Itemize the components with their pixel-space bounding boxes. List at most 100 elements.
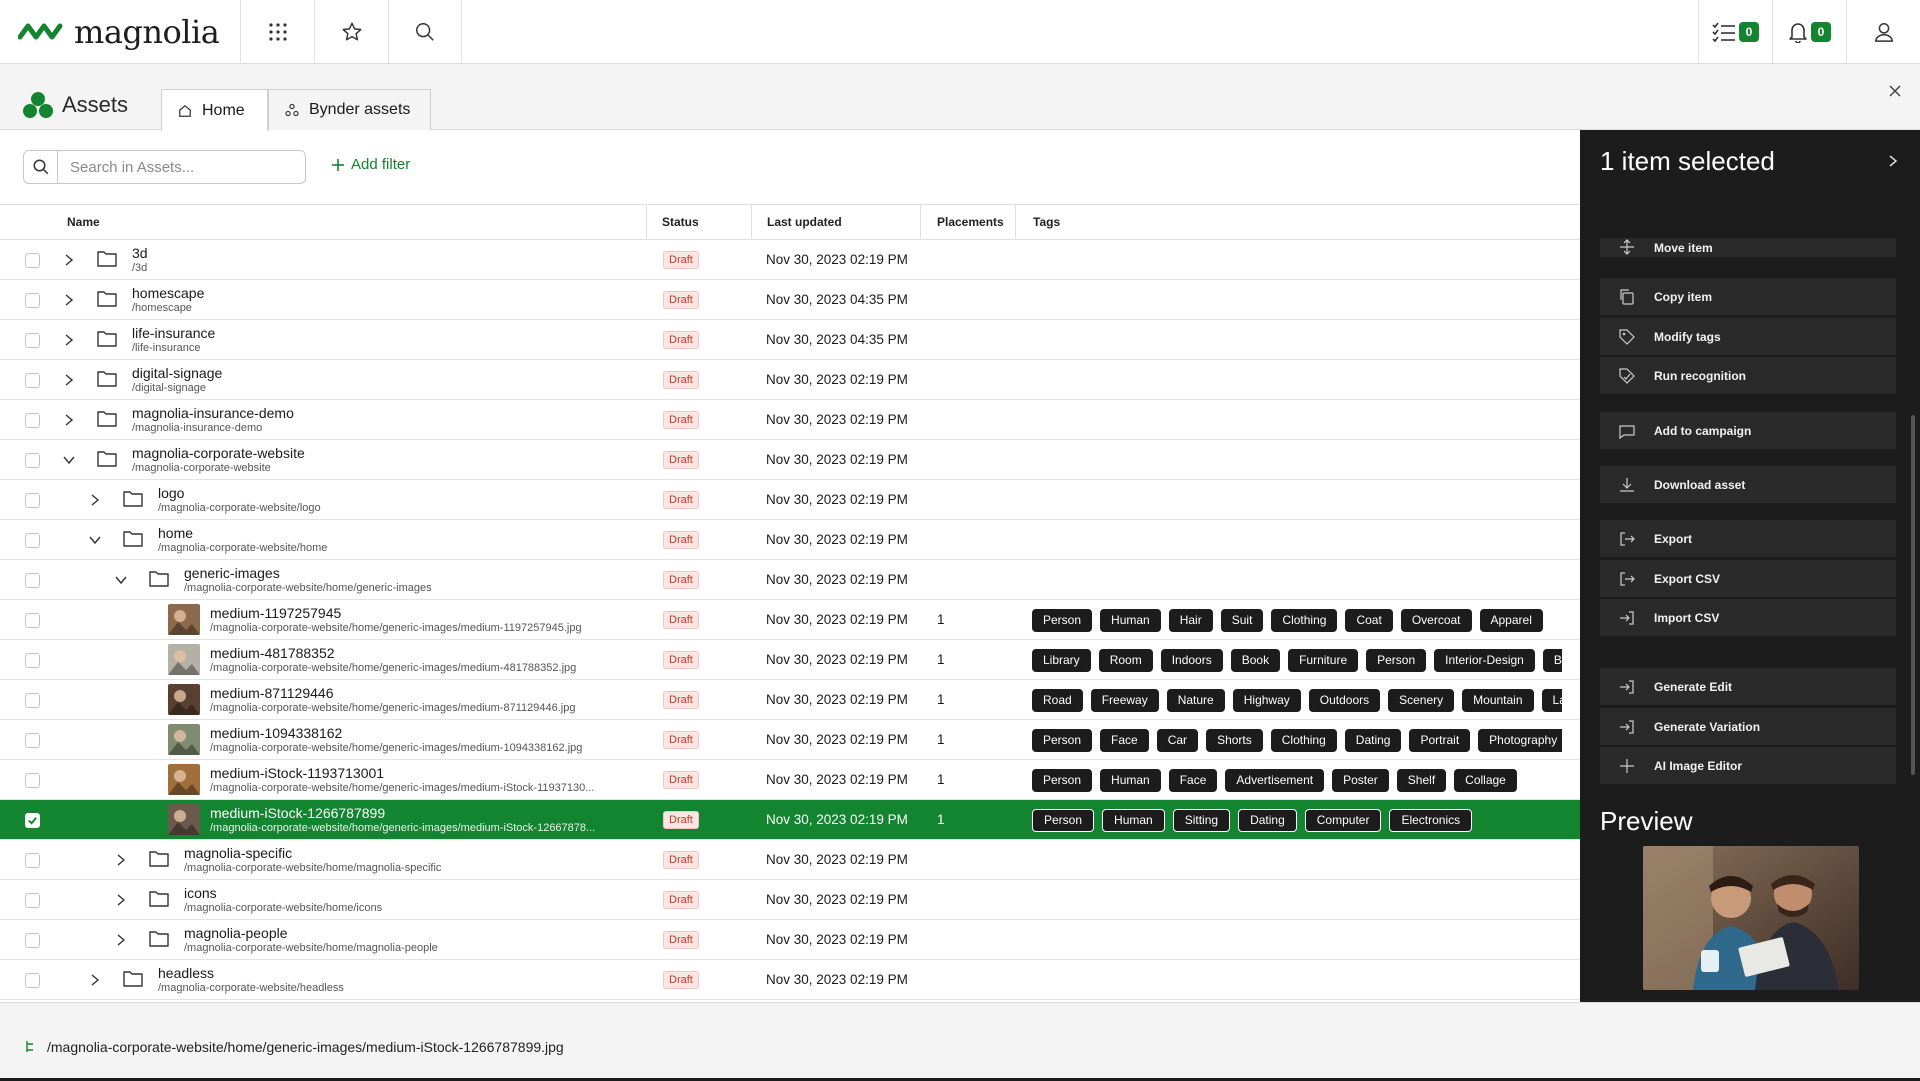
collapse-row-button[interactable] (88, 533, 102, 547)
panel-scrollbar[interactable] (1911, 415, 1915, 775)
table-row[interactable]: medium-iStock-1193713001/magnolia-corpor… (0, 760, 1580, 800)
panel-action-generate-edit[interactable]: Generate Edit (1600, 668, 1896, 706)
row-checkbox[interactable] (25, 613, 40, 628)
table-row[interactable]: magnolia-people/magnolia-corporate-websi… (0, 920, 1580, 960)
tag-chip[interactable]: Hair (1168, 609, 1213, 632)
tag-chip[interactable]: Dating (1238, 809, 1297, 832)
tag-chip[interactable]: Computer (1304, 809, 1382, 832)
row-checkbox[interactable] (25, 773, 40, 788)
tag-chip[interactable]: Furniture (1288, 649, 1359, 672)
tag-chip[interactable]: Person (1032, 729, 1093, 752)
tasks-button[interactable]: 0 (1698, 0, 1772, 64)
collapse-panel-button[interactable] (1888, 154, 1898, 168)
row-checkbox[interactable] (25, 653, 40, 668)
tag-chip[interactable]: Apparel (1479, 609, 1543, 632)
asset-name[interactable]: icons (184, 885, 217, 901)
tag-chip[interactable]: Advertisement (1225, 769, 1325, 792)
tag-chip[interactable]: Indoors (1160, 649, 1223, 672)
asset-name[interactable]: magnolia-insurance-demo (132, 405, 294, 421)
row-checkbox[interactable] (25, 733, 40, 748)
row-checkbox[interactable] (25, 413, 40, 428)
panel-action-copy-item[interactable]: Copy item (1600, 278, 1896, 316)
tag-chip[interactable]: Highway (1232, 689, 1301, 712)
row-checkbox[interactable] (25, 573, 40, 588)
tag-chip[interactable]: Mountain (1462, 689, 1534, 712)
panel-action-ai-image-editor[interactable]: AI Image Editor (1600, 747, 1896, 785)
column-header-name[interactable]: Name (67, 205, 100, 240)
expand-row-button[interactable] (88, 493, 102, 507)
asset-name[interactable]: digital-signage (132, 365, 222, 381)
notifications-button[interactable]: 0 (1772, 0, 1846, 64)
table-row[interactable]: home/magnolia-corporate-website/home Draf… (0, 520, 1580, 560)
asset-name[interactable]: homescape (132, 285, 204, 301)
table-row[interactable]: digital-signage/digital-signage Draft Nov … (0, 360, 1580, 400)
expand-row-button[interactable] (62, 413, 76, 427)
expand-row-button[interactable] (62, 293, 76, 307)
column-header-status[interactable]: Status (646, 205, 751, 240)
magnolia-logo[interactable]: magnolia (0, 0, 240, 63)
panel-action-run-recognition[interactable]: Run recognition (1600, 357, 1896, 395)
tag-chip[interactable]: Car (1156, 729, 1199, 752)
tag-chip[interactable]: Overcoat (1400, 609, 1472, 632)
tag-chip[interactable]: Person (1032, 809, 1095, 832)
table-row[interactable]: medium-871129446/magnolia-corporate-webs… (0, 680, 1580, 720)
panel-action-generate-variation[interactable]: Generate Variation (1600, 708, 1896, 746)
tag-chip[interactable]: Shorts (1206, 729, 1263, 752)
table-row[interactable]: generic-images/magnolia-corporate-websit… (0, 560, 1580, 600)
table-row[interactable]: magnolia-insurance-demo/magnolia-insuran… (0, 400, 1580, 440)
row-checkbox[interactable] (25, 973, 40, 988)
tag-chip[interactable]: Dating (1344, 729, 1402, 752)
favorites-button[interactable] (314, 0, 388, 64)
asset-name[interactable]: medium-1094338162 (210, 725, 342, 741)
table-row[interactable]: 3d/3d Draft Nov 30, 2023 02:19 PM (0, 240, 1580, 280)
tag-chip[interactable]: Electronics (1389, 809, 1473, 832)
row-checkbox[interactable] (25, 533, 40, 548)
tag-chip[interactable]: Person (1032, 609, 1093, 632)
panel-action-import-csv[interactable]: Import CSV (1600, 599, 1896, 637)
tag-chip[interactable]: Book (1230, 649, 1281, 672)
row-checkbox[interactable] (25, 893, 40, 908)
tag-chip[interactable]: Poster (1332, 769, 1389, 792)
asset-name[interactable]: home (158, 525, 193, 541)
tag-chip[interactable]: Landscape (1541, 689, 1562, 712)
app-launcher-button[interactable] (240, 0, 314, 64)
row-checkbox[interactable] (25, 493, 40, 508)
asset-name[interactable]: logo (158, 485, 184, 501)
tag-chip[interactable]: Human (1100, 609, 1161, 632)
table-row[interactable]: magnolia-specific/magnolia-corporate-web… (0, 840, 1580, 880)
tag-chip[interactable]: Face (1168, 769, 1218, 792)
column-header-placements[interactable]: Placements (920, 205, 1015, 240)
table-row[interactable]: headless/magnolia-corporate-website/head… (0, 960, 1580, 1000)
tag-chip[interactable]: Clothing (1271, 609, 1338, 632)
tag-chip[interactable]: Collage (1454, 769, 1517, 792)
column-header-last-updated[interactable]: Last updated (751, 205, 920, 240)
expand-row-button[interactable] (62, 373, 76, 387)
row-checkbox[interactable] (25, 853, 40, 868)
user-menu-button[interactable] (1846, 0, 1920, 64)
asset-name[interactable]: medium-871129446 (210, 685, 334, 701)
asset-name[interactable]: magnolia-specific (184, 845, 292, 861)
tag-chip[interactable]: Portrait (1409, 729, 1471, 752)
tag-chip[interactable]: Person (1032, 769, 1093, 792)
column-header-tags[interactable]: Tags (1015, 205, 1580, 240)
tag-chip[interactable]: Photography (1478, 729, 1562, 752)
expand-row-button[interactable] (114, 933, 128, 947)
tag-chip[interactable]: Freeway (1090, 689, 1159, 712)
asset-name[interactable]: magnolia-corporate-website (132, 445, 305, 461)
tag-chip[interactable]: Interior-Design (1434, 649, 1535, 672)
table-row[interactable]: homescape/homescape Draft Nov 30, 2023 04:… (0, 280, 1580, 320)
tag-chip[interactable]: Nature (1166, 689, 1225, 712)
expand-row-button[interactable] (62, 333, 76, 347)
tag-chip[interactable]: Person (1366, 649, 1427, 672)
asset-name[interactable]: life-insurance (132, 325, 215, 341)
tag-chip[interactable]: Shelf (1396, 769, 1447, 792)
table-row[interactable]: icons/magnolia-corporate-website/home/ic… (0, 880, 1580, 920)
panel-action-export-csv[interactable]: Export CSV (1600, 560, 1896, 598)
asset-name[interactable]: magnolia-people (184, 925, 288, 941)
table-row[interactable]: medium-1094338162/magnolia-corporate-web… (0, 720, 1580, 760)
tag-chip[interactable]: Sitting (1172, 809, 1231, 832)
panel-action-download-asset[interactable]: Download asset (1600, 466, 1896, 504)
asset-name[interactable]: generic-images (184, 565, 280, 581)
asset-name[interactable]: medium-iStock-1193713001 (210, 765, 384, 781)
global-search-button[interactable] (388, 0, 462, 64)
